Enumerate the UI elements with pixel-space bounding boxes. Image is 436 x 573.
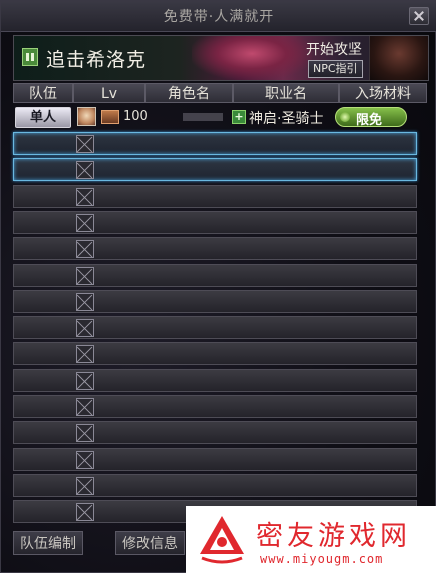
empty-party-slot[interactable] — [13, 316, 417, 339]
header-entry-material: 入场材料 — [339, 83, 427, 103]
team-edit-button[interactable]: 队伍编制 — [13, 531, 83, 555]
party-member-row[interactable]: 单人 100 + 神启·圣骑士 限免 — [13, 105, 427, 129]
empty-slot-x-icon — [76, 372, 94, 390]
pause-icon[interactable] — [22, 48, 38, 66]
empty-slot-x-icon — [76, 477, 94, 495]
edit-info-button[interactable]: 修改信息 — [115, 531, 185, 555]
dungeon-banner: 追击希洛克 开始攻坚 NPC指引 — [13, 35, 429, 81]
table-header: 队伍 Lv 角色名 职业名 入场材料 — [13, 83, 427, 103]
empty-slot-x-icon — [76, 451, 94, 469]
empty-slot-x-icon — [76, 424, 94, 442]
class-name: 神启·圣骑士 — [249, 111, 324, 127]
member-level: 100 — [123, 109, 148, 124]
empty-party-slot[interactable] — [13, 369, 417, 392]
ticket-badge: 限免 — [335, 107, 407, 128]
empty-party-slot[interactable] — [13, 474, 417, 497]
npc-portrait — [369, 36, 428, 80]
header-team: 队伍 — [13, 83, 73, 103]
empty-slot-x-icon — [76, 503, 94, 521]
watermark-logo-icon — [200, 516, 244, 564]
empty-party-slot[interactable] — [13, 185, 417, 208]
title-bar[interactable]: 免费带·人满就开 — [1, 1, 436, 32]
close-button[interactable] — [409, 7, 429, 25]
npc-guide-button[interactable]: NPC指引 — [308, 60, 363, 78]
team-badge: 单人 — [15, 107, 71, 128]
plus-icon: + — [232, 110, 246, 124]
empty-slot-x-icon — [76, 398, 94, 416]
empty-party-slot[interactable] — [13, 264, 417, 287]
empty-party-slot[interactable] — [13, 421, 417, 444]
empty-party-slot[interactable] — [13, 132, 417, 155]
empty-slot-x-icon — [76, 135, 94, 153]
empty-party-slot[interactable] — [13, 211, 417, 234]
boss-art — [192, 36, 312, 80]
empty-party-slot[interactable] — [13, 395, 417, 418]
empty-party-slot[interactable] — [13, 158, 417, 181]
empty-party-slot[interactable] — [13, 342, 417, 365]
empty-slot-x-icon — [76, 267, 94, 285]
window-title: 免费带·人满就开 — [163, 9, 275, 25]
avatar — [77, 107, 96, 126]
header-class-name: 职业名 — [233, 83, 339, 103]
watermark: 密友游戏网 www.miyougm.com — [186, 506, 436, 573]
empty-slot-x-icon — [76, 188, 94, 206]
empty-party-slot[interactable] — [13, 448, 417, 471]
watermark-name: 密友游戏网 — [256, 521, 411, 552]
dungeon-name: 追击希洛克 — [46, 49, 147, 71]
ticket-icon — [340, 112, 350, 122]
empty-slot-x-icon — [76, 319, 94, 337]
empty-slot-x-icon — [76, 345, 94, 363]
empty-slot-x-icon — [76, 161, 94, 179]
character-name-redacted — [183, 113, 223, 121]
empty-slot-x-icon — [76, 293, 94, 311]
empty-slot-x-icon — [76, 240, 94, 258]
header-character-name: 角色名 — [145, 83, 233, 103]
empty-party-slot[interactable] — [13, 290, 417, 313]
empty-slot-x-icon — [76, 214, 94, 232]
party-window: 免费带·人满就开 追击希洛克 开始攻坚 NPC指引 队伍 Lv 角色名 职业名 … — [0, 0, 436, 573]
empty-party-slot[interactable] — [13, 237, 417, 260]
header-level: Lv — [73, 83, 145, 103]
ticket-label: 限免 — [356, 113, 383, 128]
start-strategy-button[interactable]: 开始攻坚 — [306, 39, 362, 59]
level-icon — [101, 110, 119, 124]
watermark-url: www.miyougm.com — [260, 552, 384, 566]
